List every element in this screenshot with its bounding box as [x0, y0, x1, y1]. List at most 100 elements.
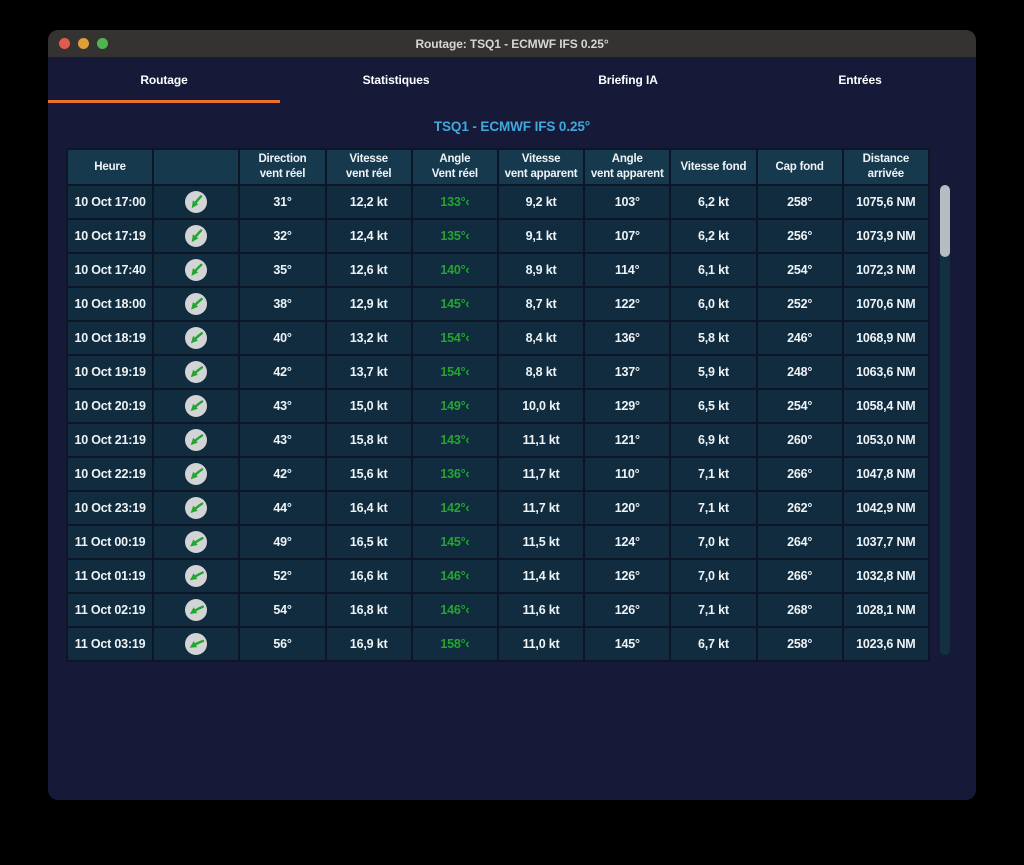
cell-direction-vent-reel: 42° [240, 458, 324, 490]
cell-wind-icon [154, 288, 238, 320]
cell-angle-vent-reel: 149°‹ [413, 390, 497, 422]
page-title: TSQ1 - ECMWF IFS 0.25° [48, 119, 976, 134]
cell-angle-vent-reel: 146°‹ [413, 594, 497, 626]
column-header-wind-icon [154, 150, 238, 184]
cell-vitesse-vent-apparent: 8,4 kt [499, 322, 583, 354]
tab-statistiques[interactable]: Statistiques [280, 57, 512, 103]
cell-direction-vent-reel: 44° [240, 492, 324, 524]
table-row[interactable]: 10 Oct 18:0038°12,9 kt145°‹8,7 kt122°6,0… [68, 288, 928, 320]
table-row[interactable]: 10 Oct 20:1943°15,0 kt149°‹10,0 kt129°6,… [68, 390, 928, 422]
cell-vitesse-vent-apparent: 8,9 kt [499, 254, 583, 286]
wind-direction-icon [184, 326, 208, 350]
cell-vitesse-vent-reel: 16,4 kt [327, 492, 411, 524]
traffic-lights [59, 30, 108, 57]
table-row[interactable]: 10 Oct 21:1943°15,8 kt143°‹11,1 kt121°6,… [68, 424, 928, 456]
table-row[interactable]: 10 Oct 22:1942°15,6 kt136°‹11,7 kt110°7,… [68, 458, 928, 490]
cell-angle-vent-reel: 135°‹ [413, 220, 497, 252]
column-header-cap-fond: Cap fond [758, 150, 842, 184]
cell-wind-icon [154, 390, 238, 422]
cell-angle-vent-apparent: 124° [585, 526, 669, 558]
table-row[interactable]: 10 Oct 17:1932°12,4 kt135°‹9,1 kt107°6,2… [68, 220, 928, 252]
cell-cap-fond: 258° [758, 628, 842, 660]
cell-angle-vent-apparent: 114° [585, 254, 669, 286]
table-row[interactable]: 10 Oct 17:0031°12,2 kt133°‹9,2 kt103°6,2… [68, 186, 928, 218]
cell-vitesse-fond: 6,0 kt [671, 288, 755, 320]
cell-heure: 10 Oct 19:19 [68, 356, 152, 388]
table-body: 10 Oct 17:0031°12,2 kt133°‹9,2 kt103°6,2… [68, 186, 928, 660]
cell-heure: 10 Oct 20:19 [68, 390, 152, 422]
cell-vitesse-fond: 6,5 kt [671, 390, 755, 422]
tab-briefing-ia[interactable]: Briefing IA [512, 57, 744, 103]
table-row[interactable]: 10 Oct 18:1940°13,2 kt154°‹8,4 kt136°5,8… [68, 322, 928, 354]
cell-wind-icon [154, 254, 238, 286]
cell-vitesse-vent-apparent: 10,0 kt [499, 390, 583, 422]
minimize-button[interactable] [78, 38, 89, 49]
tab-bar: Routage Statistiques Briefing IA Entrées [48, 57, 976, 103]
cell-angle-vent-reel: 145°‹ [413, 526, 497, 558]
cell-angle-vent-reel: 143°‹ [413, 424, 497, 456]
tab-entrees[interactable]: Entrées [744, 57, 976, 103]
column-header-angle-vent-reel: Angle Vent réel [413, 150, 497, 184]
table-row[interactable]: 11 Oct 01:1952°16,6 kt146°‹11,4 kt126°7,… [68, 560, 928, 592]
wind-direction-icon [184, 292, 208, 316]
cell-vitesse-vent-reel: 12,9 kt [327, 288, 411, 320]
table-row[interactable]: 10 Oct 19:1942°13,7 kt154°‹8,8 kt137°5,9… [68, 356, 928, 388]
scrollbar-thumb[interactable] [940, 185, 950, 257]
close-button[interactable] [59, 38, 70, 49]
cell-vitesse-vent-apparent: 11,0 kt [499, 628, 583, 660]
cell-cap-fond: 264° [758, 526, 842, 558]
cell-vitesse-fond: 5,9 kt [671, 356, 755, 388]
cell-heure: 10 Oct 18:00 [68, 288, 152, 320]
cell-wind-icon [154, 424, 238, 456]
cell-vitesse-vent-apparent: 11,6 kt [499, 594, 583, 626]
tab-routage-label: Routage [140, 73, 187, 87]
wind-direction-icon [184, 190, 208, 214]
table-row[interactable]: 11 Oct 03:1956°16,9 kt158°‹11,0 kt145°6,… [68, 628, 928, 660]
cell-wind-icon [154, 526, 238, 558]
cell-direction-vent-reel: 49° [240, 526, 324, 558]
cell-direction-vent-reel: 38° [240, 288, 324, 320]
cell-vitesse-fond: 5,8 kt [671, 322, 755, 354]
cell-heure: 11 Oct 01:19 [68, 560, 152, 592]
column-header-vitesse-fond: Vitesse fond [671, 150, 755, 184]
cell-cap-fond: 252° [758, 288, 842, 320]
cell-vitesse-fond: 7,0 kt [671, 526, 755, 558]
cell-distance-arrivee: 1047,8 NM [844, 458, 928, 490]
table-row[interactable]: 11 Oct 00:1949°16,5 kt145°‹11,5 kt124°7,… [68, 526, 928, 558]
cell-heure: 10 Oct 18:19 [68, 322, 152, 354]
cell-angle-vent-reel: 158°‹ [413, 628, 497, 660]
wind-direction-icon [184, 360, 208, 384]
tab-statistiques-label: Statistiques [363, 73, 430, 87]
table-row[interactable]: 10 Oct 17:4035°12,6 kt140°‹8,9 kt114°6,1… [68, 254, 928, 286]
cell-vitesse-vent-apparent: 11,1 kt [499, 424, 583, 456]
app-window: Routage: TSQ1 - ECMWF IFS 0.25° Routage … [48, 30, 976, 800]
cell-wind-icon [154, 322, 238, 354]
cell-heure: 10 Oct 23:19 [68, 492, 152, 524]
cell-distance-arrivee: 1053,0 NM [844, 424, 928, 456]
cell-vitesse-vent-reel: 15,0 kt [327, 390, 411, 422]
vertical-scrollbar[interactable] [940, 185, 950, 655]
table-row[interactable]: 10 Oct 23:1944°16,4 kt142°‹11,7 kt120°7,… [68, 492, 928, 524]
cell-vitesse-fond: 7,1 kt [671, 492, 755, 524]
cell-vitesse-vent-reel: 16,9 kt [327, 628, 411, 660]
cell-heure: 11 Oct 03:19 [68, 628, 152, 660]
cell-distance-arrivee: 1037,7 NM [844, 526, 928, 558]
cell-vitesse-vent-reel: 12,4 kt [327, 220, 411, 252]
column-header-distance-arrivee: Distance arrivée [844, 150, 928, 184]
wind-direction-icon [184, 258, 208, 282]
cell-heure: 10 Oct 21:19 [68, 424, 152, 456]
zoom-button[interactable] [97, 38, 108, 49]
cell-vitesse-fond: 7,1 kt [671, 594, 755, 626]
cell-vitesse-vent-reel: 13,2 kt [327, 322, 411, 354]
cell-distance-arrivee: 1070,6 NM [844, 288, 928, 320]
cell-cap-fond: 256° [758, 220, 842, 252]
tab-routage[interactable]: Routage [48, 57, 280, 103]
wind-direction-icon [184, 394, 208, 418]
cell-wind-icon [154, 628, 238, 660]
table-row[interactable]: 11 Oct 02:1954°16,8 kt146°‹11,6 kt126°7,… [68, 594, 928, 626]
cell-direction-vent-reel: 56° [240, 628, 324, 660]
tab-entrees-label: Entrées [838, 73, 881, 87]
cell-distance-arrivee: 1073,9 NM [844, 220, 928, 252]
cell-angle-vent-apparent: 121° [585, 424, 669, 456]
cell-angle-vent-apparent: 103° [585, 186, 669, 218]
